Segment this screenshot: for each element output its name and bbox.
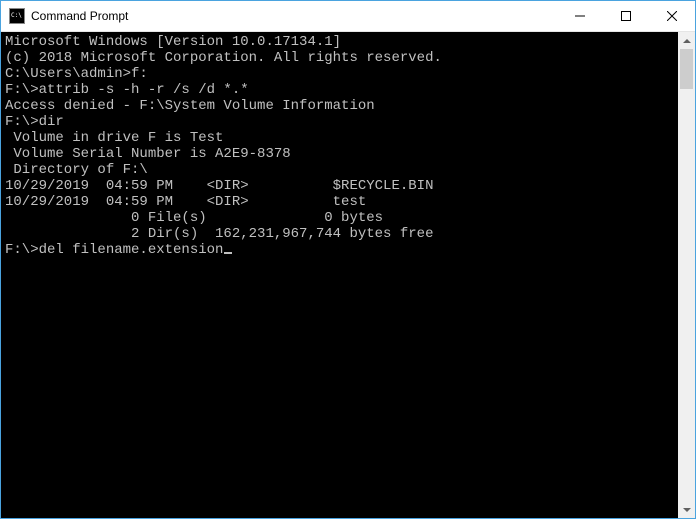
window-title: Command Prompt — [31, 9, 128, 23]
console-line: Microsoft Windows [Version 10.0.17134.1] — [5, 34, 674, 50]
titlebar[interactable]: C:\ Command Prompt — [1, 1, 695, 32]
maximize-button[interactable] — [603, 1, 649, 31]
console-line: 0 File(s) 0 bytes — [5, 210, 674, 226]
console-line: (c) 2018 Microsoft Corporation. All righ… — [5, 50, 674, 66]
console-line: 10/29/2019 04:59 PM <DIR> test — [5, 194, 674, 210]
cmd-icon: C:\ — [9, 8, 25, 24]
console-line: F:\>del filename.extension — [5, 242, 674, 258]
console-line: Volume Serial Number is A2E9-8378 — [5, 146, 674, 162]
console-line: F:\>dir — [5, 114, 674, 130]
console-output[interactable]: Microsoft Windows [Version 10.0.17134.1]… — [1, 32, 678, 518]
window-controls — [557, 1, 695, 31]
svg-text:C:\: C:\ — [11, 12, 22, 19]
console-line: C:\Users\admin>f: — [5, 66, 674, 82]
console-line: Volume in drive F is Test — [5, 130, 674, 146]
console-line: Access denied - F:\System Volume Informa… — [5, 98, 674, 114]
vertical-scrollbar[interactable] — [678, 32, 695, 518]
scroll-thumb[interactable] — [680, 49, 693, 89]
console-line: Directory of F:\ — [5, 162, 674, 178]
console-line: 10/29/2019 04:59 PM <DIR> $RECYCLE.BIN — [5, 178, 674, 194]
window: C:\ Command Prompt Microsoft Windows [Ve… — [0, 0, 696, 519]
console-line: F:\>attrib -s -h -r /s /d *.* — [5, 82, 674, 98]
close-button[interactable] — [649, 1, 695, 31]
scroll-up-button[interactable] — [678, 32, 695, 49]
minimize-button[interactable] — [557, 1, 603, 31]
console-line: 2 Dir(s) 162,231,967,744 bytes free — [5, 226, 674, 242]
cursor — [224, 252, 232, 254]
scroll-down-button[interactable] — [678, 501, 695, 518]
console-area: Microsoft Windows [Version 10.0.17134.1]… — [1, 32, 695, 518]
